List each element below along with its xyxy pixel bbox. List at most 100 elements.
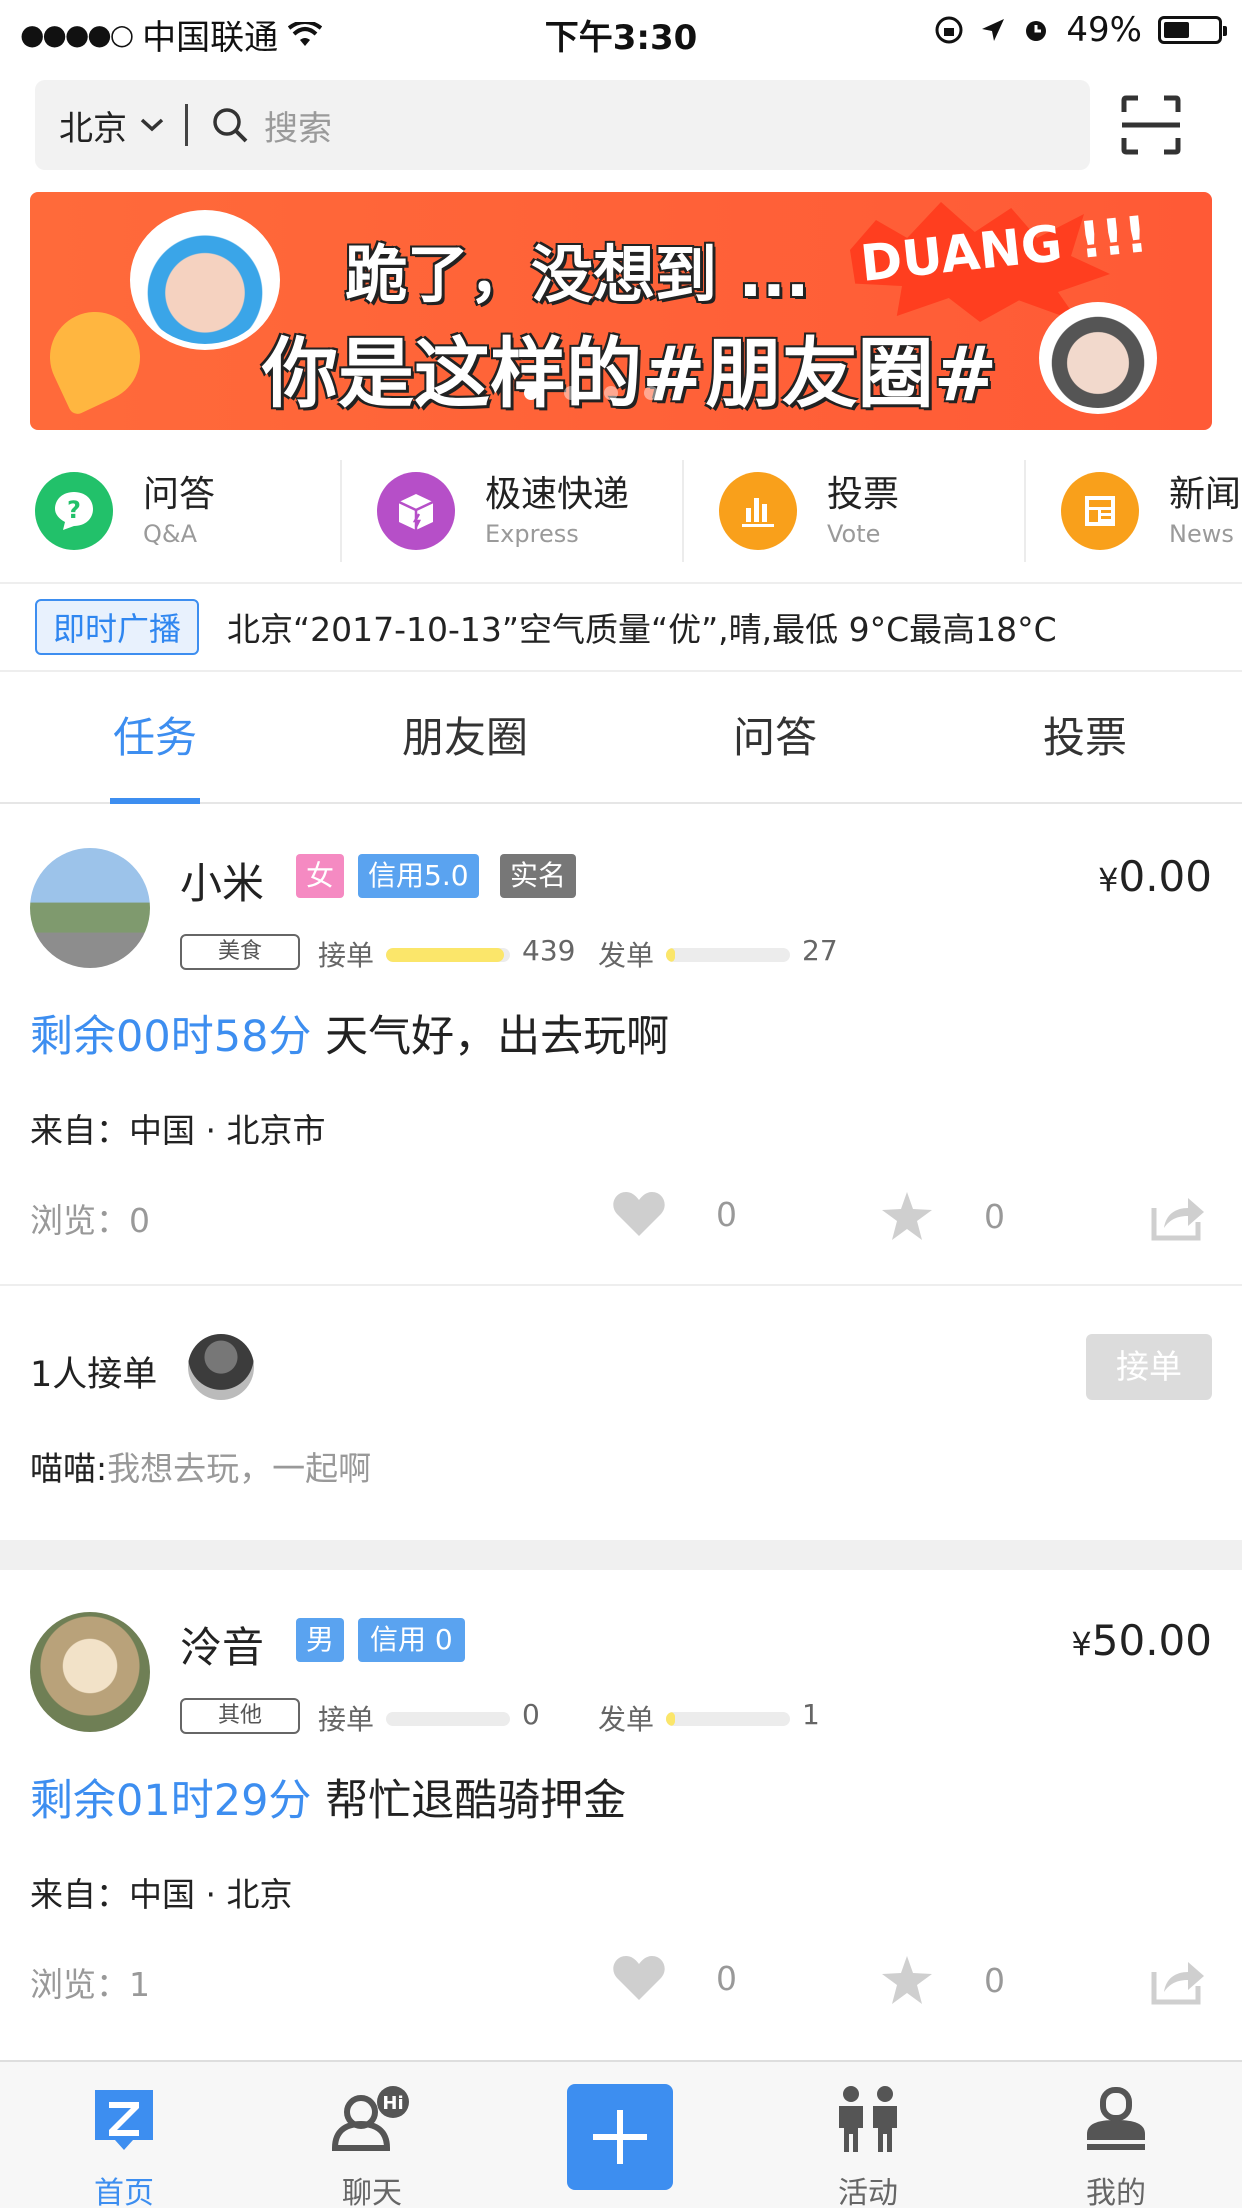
home-z-icon: [95, 2090, 153, 2150]
favorite-stat[interactable]: 0: [880, 1954, 1005, 2006]
tab-vote[interactable]: 投票: [930, 672, 1240, 802]
banner-line1: 跪了，没想到 ...: [345, 238, 810, 311]
like-count: 0: [716, 1194, 737, 1234]
category-tag: 美食: [180, 934, 300, 970]
category-text: 新闻 News: [1169, 472, 1241, 550]
alarm-icon: [1026, 21, 1047, 41]
star-icon[interactable]: [880, 1954, 934, 2006]
nav-profile[interactable]: 我的: [992, 2062, 1240, 2208]
battery-percent: 49%: [1066, 10, 1142, 50]
nav-post[interactable]: [496, 2062, 744, 2208]
category-sublabel: News: [1169, 520, 1234, 548]
rotation-lock-icon: [935, 16, 963, 44]
carousel-dots[interactable]: [30, 386, 1212, 400]
task-title-line[interactable]: 剩余00时58分 天气好，出去玩啊: [30, 1002, 669, 1064]
user-avatar[interactable]: [30, 1612, 150, 1732]
credit-badge: 信用5.0: [358, 854, 479, 898]
from-label: 来自：: [30, 1111, 129, 1150]
nav-chat[interactable]: Hi 聊天: [248, 2062, 496, 2208]
status-right: 49%: [934, 10, 1227, 50]
comment-line: 喵喵:我想去玩，一起啊: [30, 1442, 371, 1490]
comment-text: 我想去玩，一起啊: [107, 1449, 372, 1488]
task-title: 天气好，出去玩啊: [325, 1012, 670, 1062]
favorite-stat[interactable]: 0: [880, 1190, 1005, 1242]
promo-banner[interactable]: DUANG !!! 跪了，没想到 ... 你是这样的#朋友圈#: [30, 192, 1212, 430]
svg-text:Hi: Hi: [382, 2093, 403, 2114]
price-value: 0.00: [1118, 852, 1212, 901]
accepted-count: 1人接单: [30, 1355, 158, 1395]
category-vote[interactable]: 投票 Vote: [684, 460, 1026, 562]
acceptor-avatar[interactable]: [188, 1334, 254, 1400]
accept-progress-bar: [386, 948, 510, 962]
tab-task[interactable]: 任务: [0, 672, 310, 802]
gender-badge: 男: [296, 1618, 345, 1662]
nav-home[interactable]: 首页: [0, 2062, 248, 2208]
user-avatar[interactable]: [30, 848, 150, 968]
star-icon[interactable]: [880, 1190, 934, 1242]
share-icon[interactable]: [1150, 1192, 1206, 1242]
carousel-dot[interactable]: [564, 386, 578, 400]
currency-symbol: ¥: [1071, 1625, 1092, 1663]
plus-icon: [593, 2110, 647, 2164]
task-card[interactable]: 小米 女 信用5.0 实名 ¥0.00 美食 接单 439 发单 27 剩余00…: [0, 806, 1242, 1540]
from-location: 中国 · 北京: [129, 1875, 293, 1914]
category-qa[interactable]: ? 问答 Q&A: [0, 460, 342, 562]
user-name[interactable]: 小米: [180, 850, 264, 911]
carousel-dot[interactable]: [644, 386, 658, 400]
like-stat[interactable]: 0: [612, 1954, 737, 2002]
task-price: ¥50.00: [1071, 1616, 1212, 1665]
category-news[interactable]: 新闻 News: [1026, 460, 1242, 562]
city-label: 北京: [59, 108, 127, 149]
broadcast-text: 北京“2017-10-13”空气质量“优”,晴,最低 9°C最高18°C: [227, 610, 1057, 649]
view-stat: 浏览：0: [30, 1194, 150, 1242]
currency-symbol: ¥: [1098, 861, 1119, 899]
battery-icon: [1158, 16, 1227, 44]
view-stat: 浏览：1: [30, 1958, 150, 2006]
share-icon[interactable]: [1150, 1956, 1206, 2006]
task-card[interactable]: 泠音 男 信用 0 ¥50.00 其他 接单 0 发单 1 剩余01时29分 帮…: [0, 1570, 1242, 2060]
like-stat[interactable]: 0: [612, 1190, 737, 1238]
from-label: 来自：: [30, 1875, 129, 1914]
category-sublabel: Q&A: [143, 520, 198, 548]
like-count: 0: [716, 1958, 737, 1998]
task-title: 帮忙退酷骑押金: [325, 1776, 627, 1826]
carousel-dot[interactable]: [604, 386, 618, 400]
carousel-dot[interactable]: [524, 386, 538, 400]
nav-label: 首页: [94, 2176, 154, 2208]
commenter-name: 喵喵:: [30, 1449, 108, 1488]
nav-label: 我的: [1086, 2176, 1146, 2208]
user-name[interactable]: 泠音: [180, 1614, 264, 1675]
accept-button[interactable]: 接单: [1086, 1334, 1212, 1400]
task-title-line[interactable]: 剩余01时29分 帮忙退酷骑押金: [30, 1766, 626, 1828]
nav-activity[interactable]: 活动: [744, 2062, 992, 2208]
heart-icon[interactable]: [612, 1190, 666, 1238]
tab-moments[interactable]: 朋友圈: [310, 672, 620, 802]
category-sublabel: Express: [485, 520, 579, 548]
post-progress-fill: [666, 1712, 675, 1726]
heart-icon[interactable]: [612, 1954, 666, 2002]
broadcast-bar[interactable]: 即时广播 北京“2017-10-13”空气质量“优”,晴,最低 9°C最高18°…: [0, 582, 1242, 672]
accept-count: 0: [522, 1698, 540, 1731]
package-icon: [377, 472, 455, 550]
category-express[interactable]: 极速快递 Express: [342, 460, 684, 562]
tab-qa[interactable]: 问答: [620, 672, 930, 802]
category-label: 问答: [143, 474, 216, 515]
active-tab-indicator: [110, 798, 200, 804]
broadcast-tag: 即时广播: [35, 599, 199, 655]
accept-label: 接单: [318, 939, 375, 972]
favorite-count: 0: [984, 1960, 1005, 2000]
task-origin: 来自：中国 · 北京市: [30, 1104, 325, 1152]
vote-chart-icon: [719, 472, 797, 550]
plus-button[interactable]: [567, 2084, 673, 2190]
city-selector[interactable]: 北京: [35, 101, 165, 150]
verified-badge: 实名: [500, 854, 577, 898]
from-location: 中国 · 北京市: [129, 1111, 326, 1150]
search-divider: [185, 104, 188, 146]
category-sublabel: Vote: [827, 520, 881, 548]
post-progress-bar: [666, 948, 790, 962]
scan-icon[interactable]: [1120, 94, 1182, 156]
search-input[interactable]: 搜索: [264, 101, 332, 150]
search-bar[interactable]: 北京 搜索: [35, 80, 1090, 170]
remaining-time: 剩余00时58分: [30, 1012, 312, 1062]
category-text: 问答 Q&A: [143, 472, 215, 550]
